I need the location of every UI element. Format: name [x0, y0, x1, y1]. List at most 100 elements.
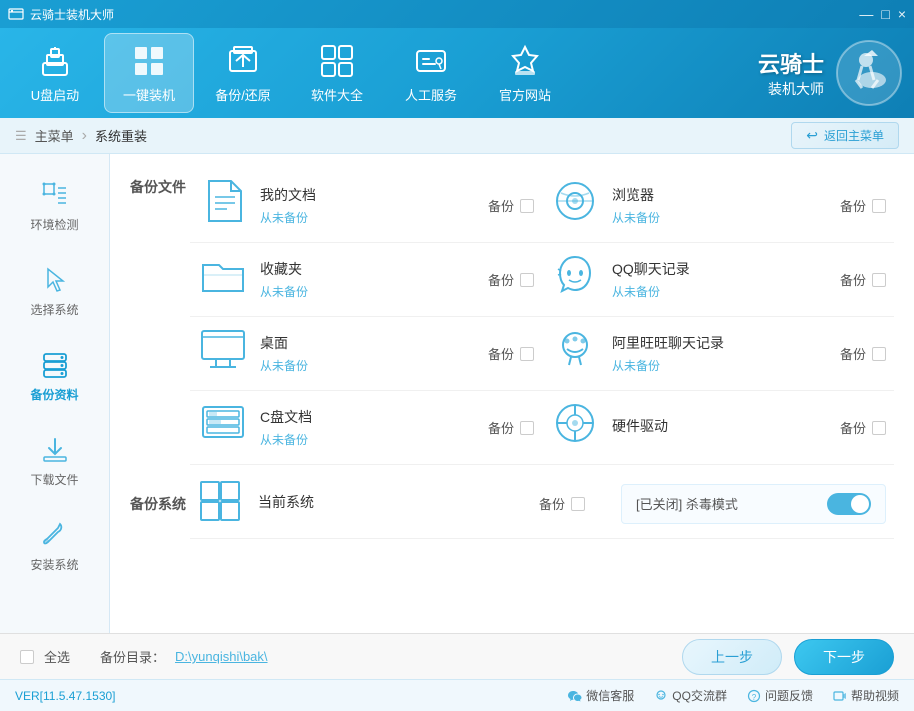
- footer: VER[11.5.47.1530] 微信客服 QQ交流群 ? 问题反馈: [0, 679, 914, 711]
- sidebar-item-backupdata[interactable]: 备份资料: [6, 336, 103, 417]
- backup-checkbox-7[interactable]: [872, 421, 886, 435]
- nav-item-usb[interactable]: U盘启动: [10, 33, 100, 113]
- wechat-icon: [568, 689, 582, 703]
- content-area: 备份文件: [110, 154, 914, 633]
- sidebar-label-install: 安装系统: [30, 556, 78, 573]
- maximize-button[interactable]: □: [881, 6, 889, 22]
- backup-system-section: 备份系统 当前系统 备份: [130, 469, 894, 539]
- brand-logo: [834, 38, 904, 108]
- aliww-icon: [550, 327, 600, 380]
- backup-checkbox-1[interactable]: [872, 199, 886, 213]
- backup-files-grid: 我的文档 从未备份 备份: [190, 169, 894, 465]
- hardware-icon: [550, 401, 600, 454]
- nav-bar: U盘启动 一键装机 备份/还原: [0, 28, 914, 118]
- select-all-checkbox[interactable]: [20, 650, 34, 664]
- sidebar-item-download[interactable]: 下载文件: [6, 421, 103, 502]
- main-layout: 环境检测 选择系统 备份资料: [0, 154, 914, 633]
- database-icon: [40, 350, 70, 380]
- wrench-icon: [40, 520, 70, 550]
- title-bar: 云骑士装机大师 — □ ×: [0, 0, 914, 28]
- feedback-icon: ?: [747, 689, 761, 703]
- breadcrumb-root[interactable]: 主菜单: [35, 126, 74, 145]
- antivirus-toggle[interactable]: [827, 493, 871, 515]
- sidebar-item-selectsys[interactable]: 选择系统: [6, 251, 103, 332]
- qq-icon: [550, 253, 600, 306]
- prev-button[interactable]: 上一步: [682, 639, 782, 675]
- list-item: 浏览器 从未备份 备份: [542, 169, 894, 243]
- nav-item-onekey[interactable]: 一键装机: [104, 33, 194, 113]
- sidebar-item-env[interactable]: 环境检测: [6, 166, 103, 247]
- cdrive-icon: [198, 403, 248, 452]
- breadcrumb-bar: ☰ 主菜单 › 系统重装 ↩ 返回主菜单: [0, 118, 914, 154]
- footer-wechat[interactable]: 微信客服: [568, 687, 634, 704]
- sidebar-label-backupdata: 备份资料: [30, 386, 78, 403]
- backup-checkbox-4[interactable]: [520, 347, 534, 361]
- back-button[interactable]: ↩ 返回主菜单: [791, 122, 899, 149]
- footer-feedback[interactable]: ? 问题反馈: [747, 687, 813, 704]
- dir-path[interactable]: D:\yunqishi\bak\: [175, 649, 268, 664]
- list-item: 收藏夹 从未备份 备份: [190, 243, 542, 317]
- minimize-button[interactable]: —: [859, 6, 873, 22]
- backup-files-section: 备份文件: [130, 169, 894, 465]
- backup-checkbox-3[interactable]: [872, 273, 886, 287]
- cursor-icon: [40, 265, 70, 295]
- backup-checkbox-6[interactable]: [520, 421, 534, 435]
- folder-icon: [198, 255, 248, 304]
- sidebar-label-env: 环境检测: [30, 216, 78, 233]
- dir-label: 备份目录：: [100, 647, 165, 666]
- nav-item-backup[interactable]: 备份/还原: [198, 33, 288, 113]
- backup-checkbox-0[interactable]: [520, 199, 534, 213]
- sidebar-label-selectsys: 选择系统: [30, 301, 78, 318]
- list-item: 桌面 从未备份 备份: [190, 317, 542, 391]
- video-icon: [833, 689, 847, 703]
- usb-icon: [37, 43, 73, 79]
- breadcrumb: ☰ 主菜单 › 系统重装: [15, 126, 147, 145]
- sidebar-item-install[interactable]: 安装系统: [6, 506, 103, 587]
- nav-item-service[interactable]: 人工服务: [386, 33, 476, 113]
- close-button[interactable]: ×: [898, 6, 906, 22]
- apps-icon: [319, 43, 355, 79]
- download-icon: [40, 435, 70, 465]
- nav-item-software[interactable]: 软件大全: [292, 33, 382, 113]
- browser-icon: [550, 179, 600, 232]
- select-all-label: 全选: [44, 647, 70, 666]
- list-item: 阿里旺旺聊天记录 从未备份 备份: [542, 317, 894, 391]
- breadcrumb-home-icon: ☰: [15, 128, 27, 144]
- nav-label-software: 软件大全: [311, 85, 363, 104]
- list-item: 我的文档 从未备份 备份: [190, 169, 542, 243]
- footer-qq[interactable]: QQ交流群: [654, 687, 727, 704]
- app-title: 云骑士装机大师: [8, 6, 114, 23]
- current-system-icon: [198, 479, 242, 528]
- backup-checkbox-2[interactable]: [520, 273, 534, 287]
- action-bar: 全选 备份目录： D:\yunqishi\bak\ 上一步 下一步: [0, 633, 914, 679]
- footer-video[interactable]: 帮助视频: [833, 687, 899, 704]
- next-button[interactable]: 下一步: [794, 639, 894, 675]
- app-icon: [8, 6, 24, 22]
- svg-text:?: ?: [752, 693, 757, 702]
- nav-label-usb: U盘启动: [31, 85, 79, 104]
- gear-icon: [40, 180, 70, 210]
- window-controls[interactable]: — □ ×: [859, 6, 906, 22]
- nav-label-onekey: 一键装机: [123, 85, 175, 104]
- backup-icon: [225, 43, 261, 79]
- antivirus-box: [已关闭] 杀毒模式: [621, 484, 886, 524]
- qq-icon: [654, 689, 668, 703]
- backup-system-label: 备份系统: [130, 494, 190, 514]
- brand-main: 云骑士: [758, 47, 824, 79]
- sidebar: 环境检测 选择系统 备份资料: [0, 154, 110, 633]
- brand-sub: 装机大师: [758, 79, 824, 99]
- list-item: C盘文档 从未备份 备份: [190, 391, 542, 465]
- back-icon: ↩: [806, 127, 818, 144]
- backup-checkbox-5[interactable]: [872, 347, 886, 361]
- backup-system-checkbox[interactable]: [571, 497, 585, 511]
- footer-links: 微信客服 QQ交流群 ? 问题反馈 帮助视频: [568, 687, 899, 704]
- list-item: 硬件驱动 备份: [542, 391, 894, 465]
- version-label: VER[11.5.47.1530]: [15, 689, 116, 703]
- antivirus-label: [已关闭] 杀毒模式: [636, 494, 738, 513]
- backup-files-label: 备份文件: [130, 169, 190, 197]
- nav-item-website[interactable]: 官方网站: [480, 33, 570, 113]
- document-icon: [198, 179, 248, 232]
- nav-label-website: 官方网站: [499, 85, 551, 104]
- sidebar-label-download: 下载文件: [30, 471, 78, 488]
- brand-area: 云骑士 装机大师: [758, 38, 904, 108]
